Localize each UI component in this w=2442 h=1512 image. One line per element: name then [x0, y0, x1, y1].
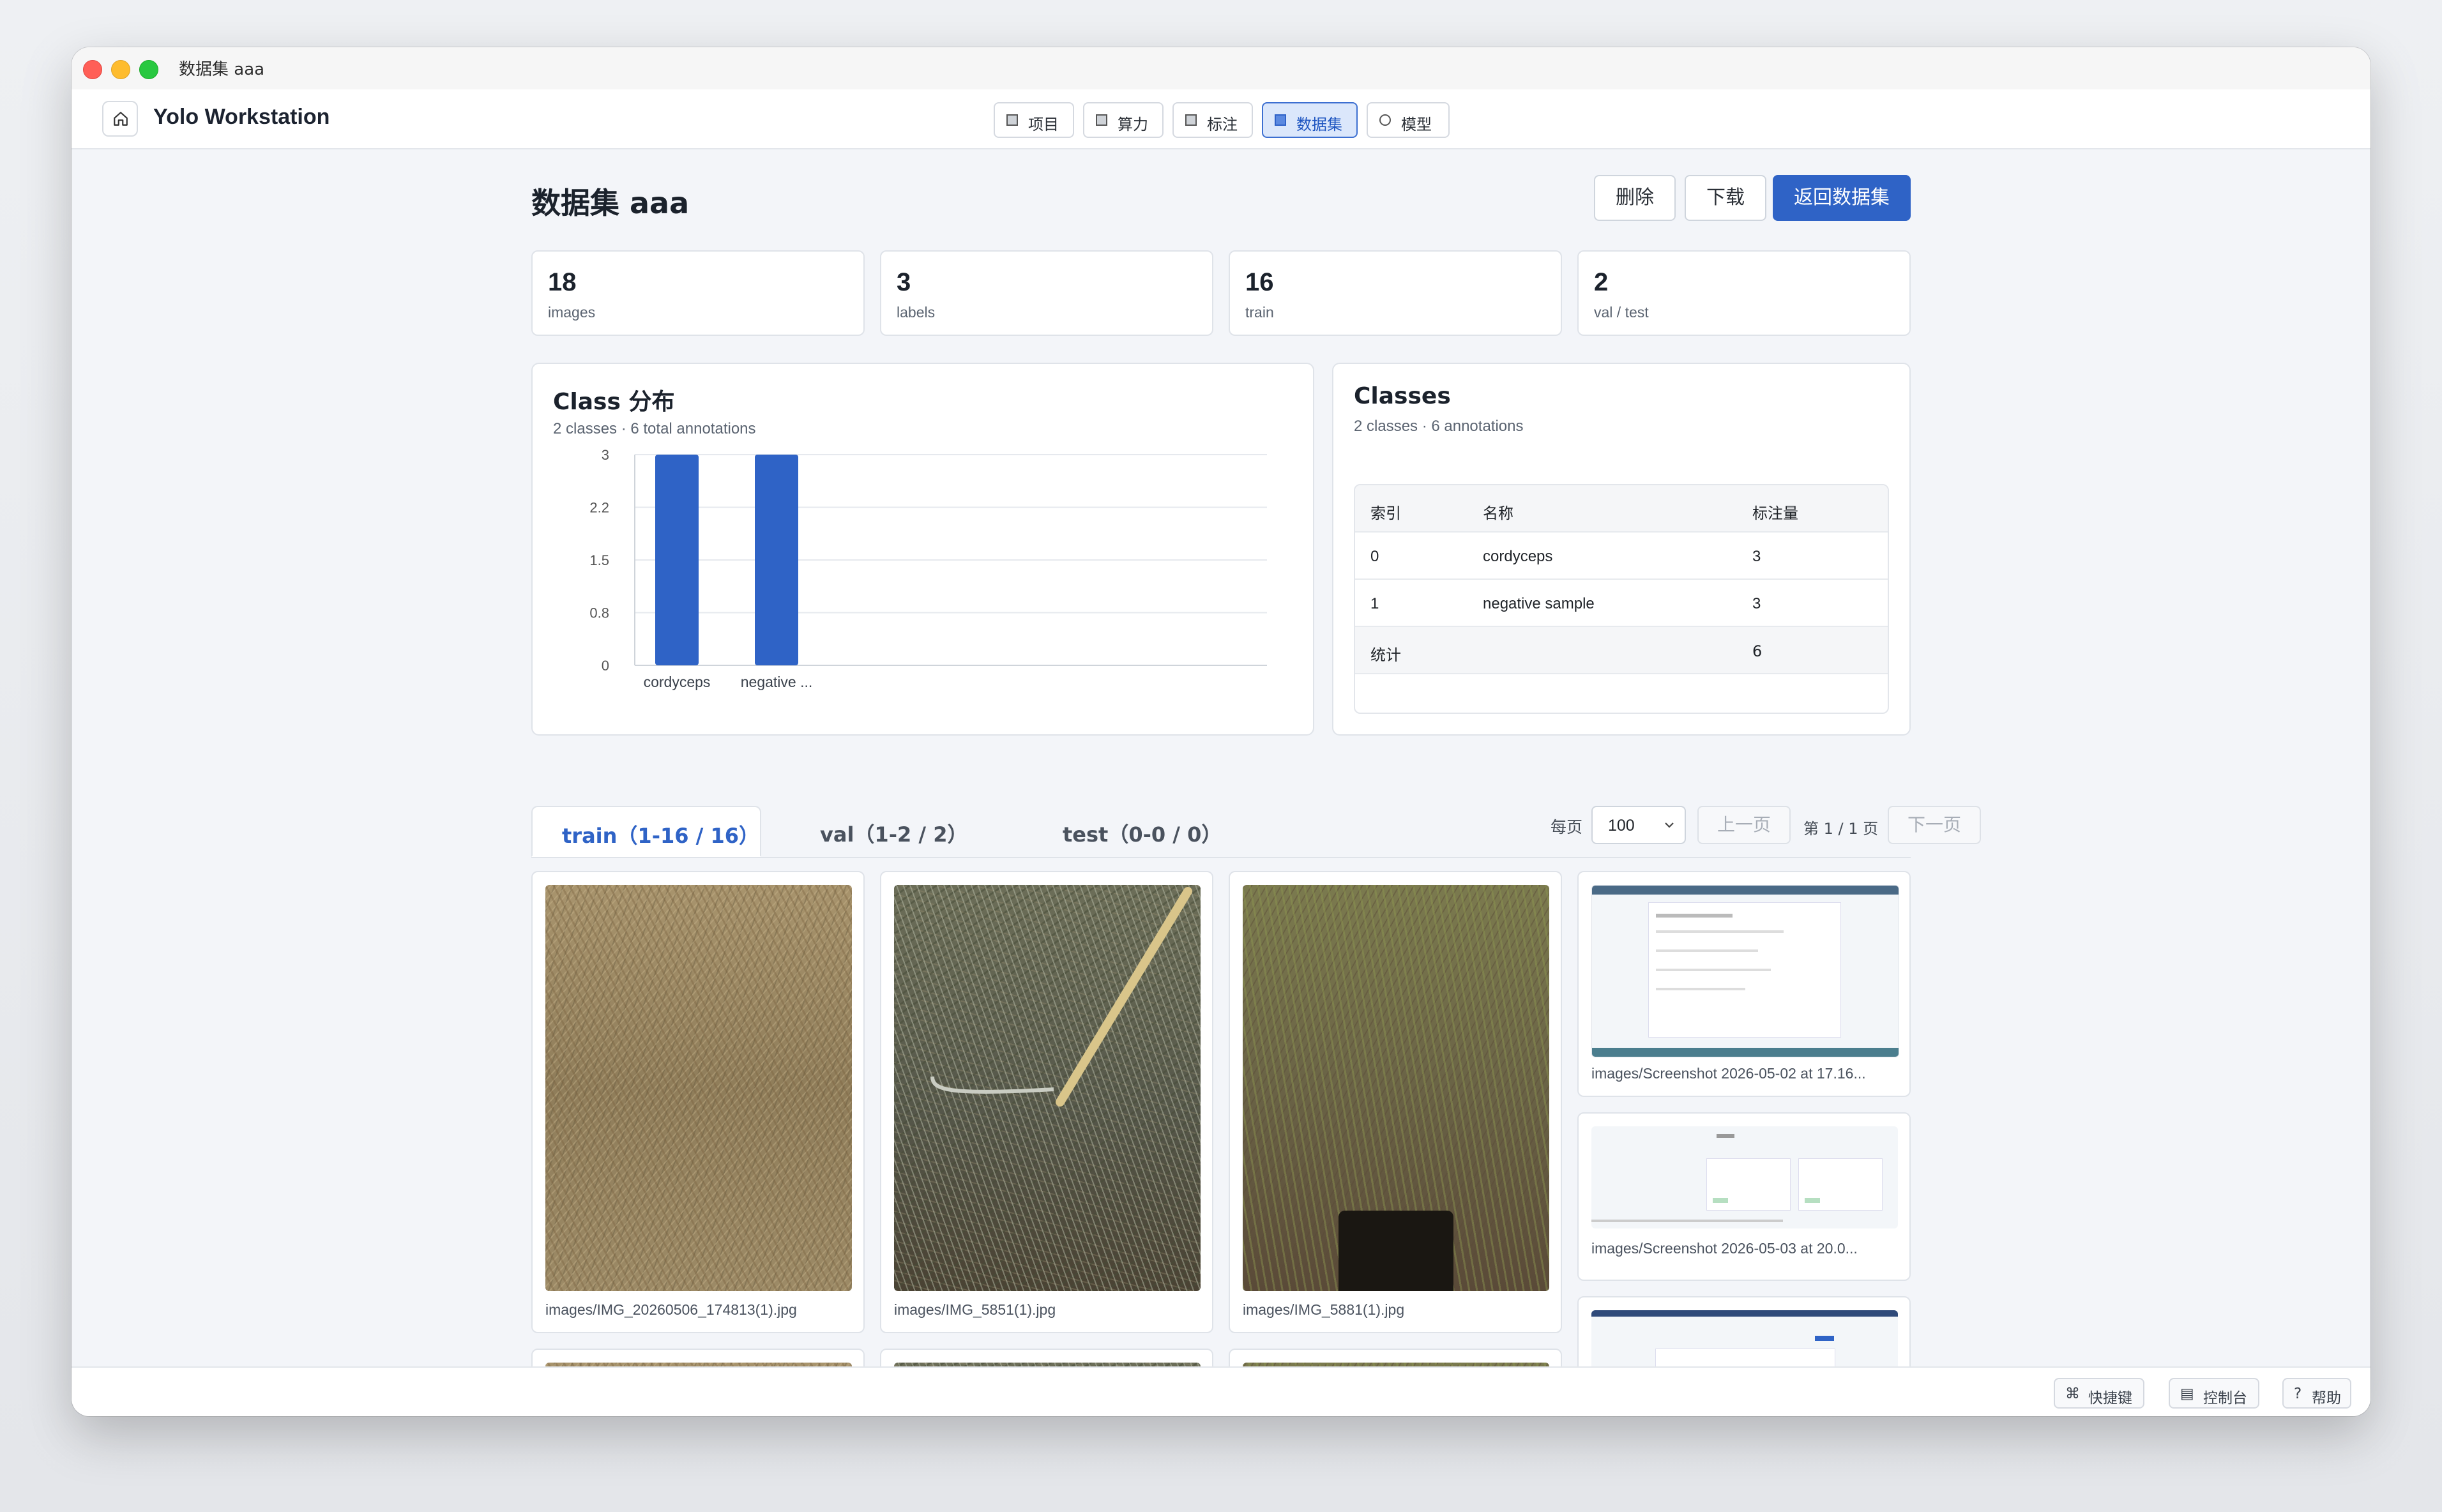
image-card[interactable]: images/IMG_5851(1).jpg [880, 871, 1213, 1333]
class-bar-chart: 3 2.2 1.5 0.8 0 cordyceps negative ... [589, 447, 1267, 690]
class-distribution-card: Class 分布 2 classes · 6 total annotations… [531, 363, 1314, 736]
prev-page-button[interactable]: 上一页 [1697, 806, 1791, 844]
page-info: 第 1 / 1 页 [1803, 820, 1879, 838]
chevron-down-icon [1665, 822, 1674, 828]
app-header: Yolo Workstation 项目 算力 标注 数据集 模型 [72, 89, 2370, 149]
nav-tab-projects[interactable]: 项目 [994, 102, 1074, 138]
table-total-row: 统计 6 [1355, 627, 1888, 674]
classes-title: Classes [1354, 383, 1451, 409]
nav-tab-models[interactable]: 模型 [1367, 102, 1450, 138]
image-card[interactable]: images/Screenshot 2026-05-02 at 17.16... [1577, 871, 1911, 1097]
square-icon [1275, 114, 1286, 126]
command-icon: ⌘ [2065, 1386, 2080, 1402]
image-card[interactable]: images/Screenshot 2026-05-03 at 20.0... [1577, 1112, 1911, 1281]
square-icon [1096, 114, 1107, 126]
image-thumbnail [545, 885, 852, 1291]
window-title: 数据集 aaa [179, 60, 265, 79]
image-caption: images/IMG_5851(1).jpg [894, 1301, 1056, 1318]
image-grid: images/IMG_20260506_174813(1).jpg images… [531, 871, 1911, 1382]
page-title: 数据集 aaa [531, 186, 690, 220]
image-caption: images/Screenshot 2026-05-03 at 20.0... [1591, 1240, 1858, 1257]
help-button[interactable]: ? 帮助 [2282, 1378, 2351, 1409]
square-icon [1185, 114, 1197, 126]
y-tick-label: 3 [602, 447, 609, 463]
classes-table: 索引 名称 标注量 0 cordyceps 3 1 negative sampl… [1354, 484, 1889, 714]
stat-val-test: 2 val / test [1577, 250, 1911, 336]
image-card[interactable]: images/IMG_5881(1).jpg [1229, 871, 1562, 1333]
x-tick-label: negative ... [741, 674, 813, 690]
console-button[interactable]: ▤ 控制台 [2169, 1378, 2259, 1409]
app-brand: Yolo Workstation [153, 105, 330, 129]
next-page-button[interactable]: 下一页 [1888, 806, 1981, 844]
shortcuts-button[interactable]: ⌘ 快捷键 [2054, 1378, 2144, 1409]
classes-subtitle: 2 classes · 6 annotations [1354, 418, 1524, 435]
y-tick-label: 0.8 [589, 605, 609, 621]
app-window: 数据集 aaa Yolo Workstation 项目 算力 标注 数据集 模型… [72, 47, 2370, 1416]
title-bar: 数据集 aaa [72, 47, 2370, 90]
square-icon [1006, 114, 1018, 126]
square-icon: ▤ [2180, 1386, 2194, 1402]
bar [755, 455, 798, 665]
image-caption: images/Screenshot 2026-05-02 at 17.16... [1591, 1065, 1866, 1082]
table-header: 索引 名称 标注量 [1355, 485, 1888, 533]
image-caption: images/IMG_20260506_174813(1).jpg [545, 1301, 797, 1318]
minimize-window-button[interactable] [111, 60, 130, 79]
chart-title: Class 分布 [553, 389, 675, 415]
table-row: 1 negative sample 3 [1355, 580, 1888, 627]
home-button[interactable] [102, 101, 138, 137]
image-thumbnail [894, 885, 1201, 1291]
close-window-button[interactable] [83, 60, 102, 79]
image-thumbnail [1591, 1126, 1898, 1228]
delete-button[interactable]: 删除 [1594, 175, 1676, 221]
tab-train[interactable]: train（1-16 / 16） [531, 806, 761, 857]
image-thumbnail [1243, 885, 1549, 1291]
tab-test[interactable]: test（0-0 / 0） [1029, 806, 1234, 857]
x-tick-label: cordyceps [644, 674, 711, 690]
image-card[interactable]: images/IMG_20260506_174813(1).jpg [531, 871, 865, 1333]
y-tick-label: 0 [602, 658, 609, 674]
home-icon [114, 112, 128, 126]
tab-val[interactable]: val（1-2 / 2） [800, 806, 991, 857]
question-icon: ? [2294, 1386, 2302, 1402]
stat-labels: 3 labels [880, 250, 1213, 336]
image-thumbnail [1591, 885, 1899, 1057]
chart-subtitle: 2 classes · 6 total annotations [553, 420, 756, 437]
footer-bar: ⌘ 快捷键 ▤ 控制台 ? 帮助 [72, 1366, 2370, 1416]
per-page-select[interactable]: 100 [1591, 806, 1686, 844]
circle-icon [1379, 114, 1391, 126]
download-button[interactable]: 下载 [1685, 175, 1766, 221]
table-row: 0 cordyceps 3 [1355, 533, 1888, 580]
back-to-datasets-button[interactable]: 返回数据集 [1773, 175, 1911, 221]
stat-images: 18 images [531, 250, 865, 336]
stat-train: 16 train [1229, 250, 1562, 336]
y-tick-label: 1.5 [589, 552, 609, 568]
nav-tab-annotate[interactable]: 标注 [1172, 102, 1253, 138]
nav-tab-datasets[interactable]: 数据集 [1262, 102, 1358, 138]
image-caption: images/IMG_5881(1).jpg [1243, 1301, 1405, 1318]
per-page-label: 每页 [1551, 818, 1583, 836]
nav-tab-compute[interactable]: 算力 [1083, 102, 1164, 138]
bar [655, 455, 699, 665]
zoom-window-button[interactable] [139, 60, 158, 79]
classes-card: Classes 2 classes · 6 annotations 索引 名称 … [1332, 363, 1911, 736]
y-tick-label: 2.2 [589, 500, 609, 516]
